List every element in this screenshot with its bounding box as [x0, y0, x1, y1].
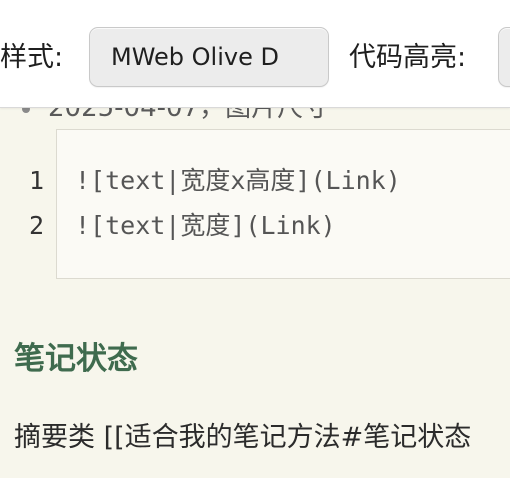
code-text: ![text|宽度x高度](Link): [75, 166, 401, 195]
section-heading: 笔记状态: [14, 341, 138, 377]
line-number: 2: [29, 211, 45, 240]
line-number: 1: [29, 166, 45, 195]
theme-select[interactable]: MWeb Olive D: [89, 27, 329, 87]
code-text: ![text|宽度](Link): [75, 211, 336, 240]
style-label: 样式:: [0, 42, 64, 73]
code-highlight-select[interactable]: [498, 27, 510, 87]
toolbar: 样式: MWeb Olive D 代码高亮:: [0, 0, 510, 108]
code-highlight-label: 代码高亮:: [349, 42, 467, 73]
theme-select-value: MWeb Olive D: [111, 43, 279, 71]
code-block[interactable]: [56, 129, 510, 279]
paragraph-text[interactable]: 摘要类 [[适合我的笔记方法#笔记状态: [14, 418, 471, 458]
